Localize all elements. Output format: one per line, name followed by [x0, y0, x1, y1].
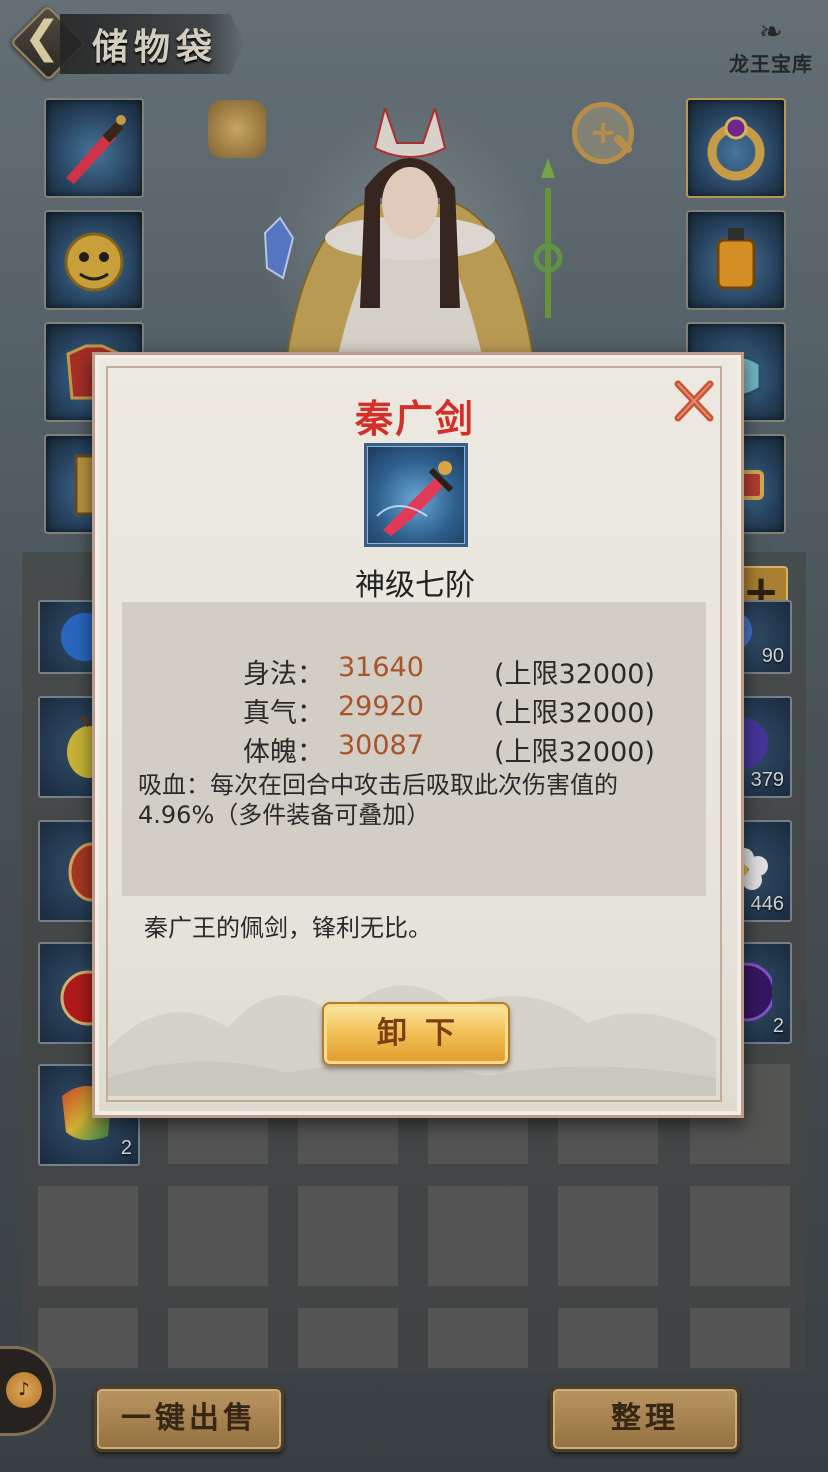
stat-row: 身法： 31640 (上限32000) [122, 652, 706, 690]
stat-label: 真气： [243, 698, 324, 729]
stat-value: 30087 [338, 730, 424, 761]
stat-cap: (上限32000) [494, 659, 655, 690]
stat-row: 体魄： 30087 (上限32000) [122, 730, 706, 768]
stat-label: 身法： [243, 659, 324, 690]
item-effect: 吸血：每次在回合中攻击后吸取此次伤害值的4.96%（多件装备可叠加） [138, 771, 618, 829]
stat-value: 29920 [338, 691, 424, 722]
stat-cap: (上限32000) [494, 737, 655, 768]
stats-panel: 身法： 31640 (上限32000) 真气： 29920 (上限32000) … [122, 602, 706, 896]
item-name: 秦广剑 [354, 396, 475, 441]
stat-value: 31640 [338, 652, 424, 683]
stat-label: 体魄： [243, 737, 324, 768]
stat-cap: (上限32000) [494, 698, 655, 729]
close-icon[interactable] [670, 378, 716, 424]
stat-row: 真气： 29920 (上限32000) [122, 691, 706, 729]
sword-icon [376, 461, 454, 536]
item-description: 秦广王的佩剑，锋利无比。 [144, 914, 432, 942]
unequip-button[interactable]: 卸下 [322, 1002, 510, 1066]
item-grade: 神级七阶 [355, 568, 475, 603]
item-icon-frame [364, 443, 468, 547]
